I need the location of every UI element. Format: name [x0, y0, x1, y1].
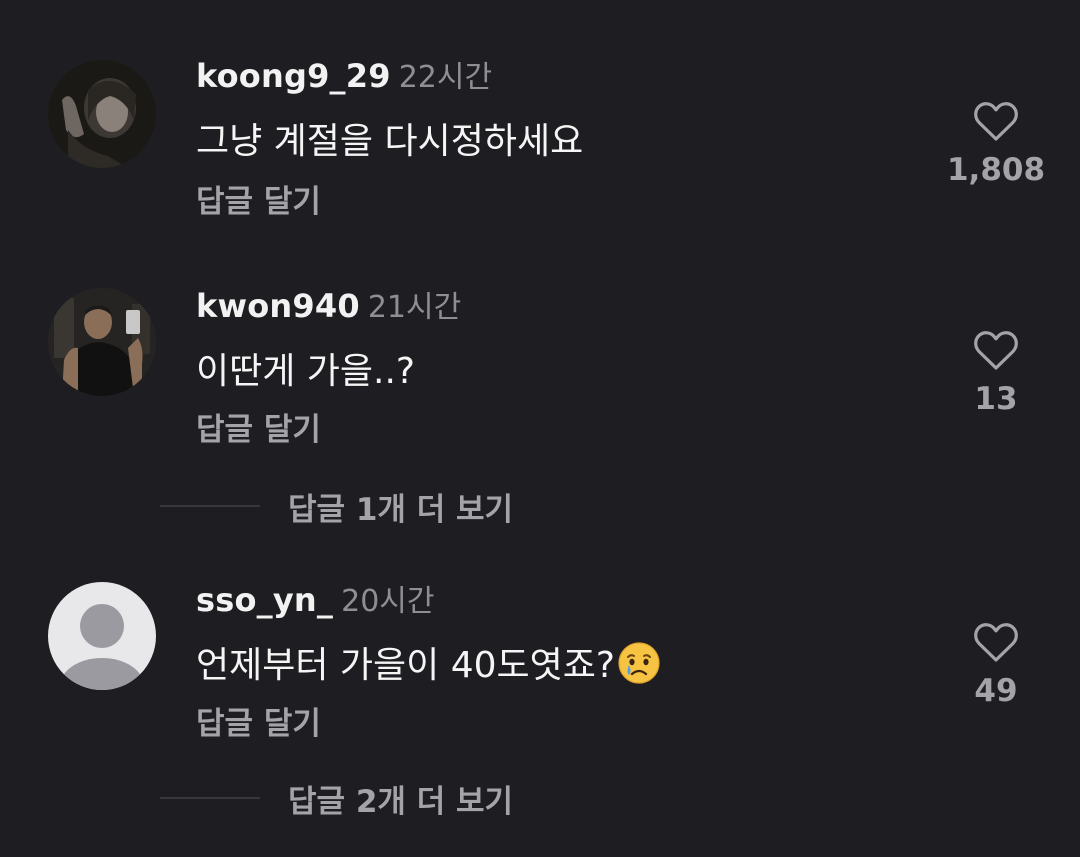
reply-button[interactable]: 답글 달기 [196, 176, 321, 221]
like-count: 1,808 [946, 152, 1046, 188]
heart-outline-icon [974, 623, 1018, 662]
avatar[interactable] [48, 60, 156, 168]
heart-outline-icon [974, 102, 1018, 141]
comment-header: kwon940 21시간 [196, 282, 461, 326]
like-button[interactable]: 49 [936, 619, 1056, 709]
avatar-photo [48, 288, 156, 396]
view-more-replies-label: 답글 1개 더 보기 [288, 491, 514, 528]
comment-header: sso_yn_ 20시간 [196, 576, 435, 620]
like-button[interactable]: 1,808 [936, 98, 1056, 188]
like-count: 13 [974, 381, 1018, 417]
comment-text: 이딴게 가을..? [196, 351, 416, 392]
avatar[interactable] [48, 288, 156, 396]
avatar[interactable] [48, 582, 156, 690]
like-button[interactable]: 13 [936, 327, 1056, 417]
timestamp: 22시간 [398, 60, 493, 95]
heart-outline-icon [974, 331, 1018, 370]
comment-text-content: 언제부터 가을이 40도엿죠? [196, 645, 616, 686]
comment-text: 언제부터 가을이 40도엿죠? [196, 636, 661, 694]
timestamp: 20시간 [341, 584, 435, 619]
username[interactable]: sso_yn_ [196, 581, 333, 619]
default-avatar-icon [48, 582, 156, 690]
timestamp: 21시간 [367, 290, 462, 325]
view-more-replies-button[interactable]: 답글 2개 더 보기 [160, 778, 514, 820]
comment-text: 그냥 계절을 다시정하세요 [196, 121, 584, 162]
username[interactable]: koong9_29 [196, 57, 391, 95]
reply-button[interactable]: 답글 달기 [196, 698, 321, 743]
reply-button[interactable]: 답글 달기 [196, 404, 321, 449]
view-more-replies-button[interactable]: 답글 1개 더 보기 [160, 486, 514, 528]
crying-face-emoji-icon [617, 641, 661, 694]
view-more-replies-label: 답글 2개 더 보기 [288, 783, 514, 820]
avatar-photo [48, 60, 156, 168]
divider [160, 505, 260, 507]
comment-header: koong9_29 22시간 [196, 52, 492, 96]
username[interactable]: kwon940 [196, 287, 360, 325]
like-count: 49 [974, 673, 1018, 709]
divider [160, 797, 260, 799]
